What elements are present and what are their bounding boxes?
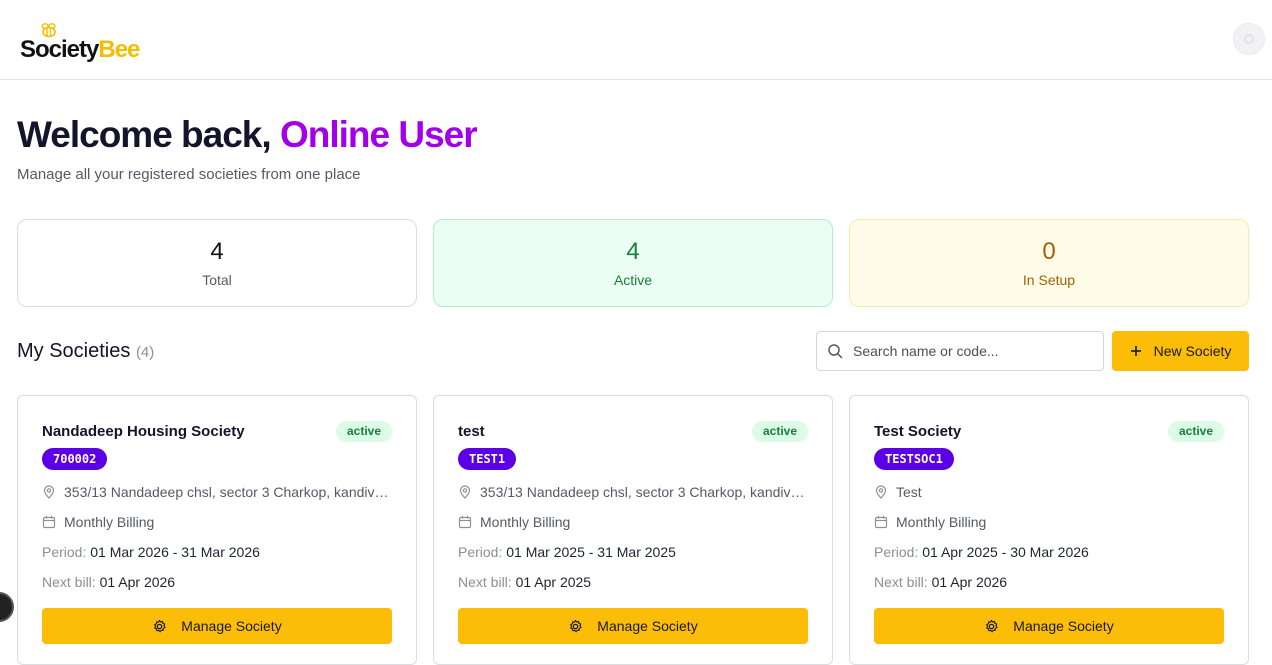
logo-bee-text: Bee — [98, 36, 140, 63]
welcome-prefix: Welcome back, — [17, 114, 272, 155]
gear-icon — [570, 619, 582, 632]
stat-value: 4 — [210, 238, 224, 265]
bee-icon — [41, 23, 56, 38]
section-title: My Societies (4) — [17, 340, 154, 363]
society-card: test active TEST1 353/13 Nandadeep chsl,… — [433, 395, 833, 665]
period-value: 01 Mar 2025 - 31 Mar 2025 — [506, 544, 676, 560]
search-input[interactable] — [853, 343, 1093, 359]
manage-society-button[interactable]: Manage Society — [458, 608, 808, 644]
user-avatar-button[interactable] — [1233, 23, 1265, 55]
society-card: Nandadeep Housing Society active 700002 … — [17, 395, 417, 665]
stat-value: 0 — [1042, 238, 1056, 265]
next-bill-row: Next bill: 01 Apr 2026 — [42, 574, 175, 590]
next-bill-value: 01 Apr 2025 — [515, 574, 592, 590]
billing-type-row: Monthly Billing — [42, 514, 154, 530]
society-name: Nandadeep Housing Society — [42, 423, 245, 440]
period-label: Period: — [874, 544, 919, 560]
society-address: 353/13 Nandadeep chsl, sector 3 Charkop,… — [480, 484, 808, 500]
manage-society-label: Manage Society — [1013, 618, 1114, 634]
billing-type: Monthly Billing — [64, 514, 155, 530]
search-icon — [828, 344, 843, 359]
new-society-button[interactable]: New Society — [1112, 331, 1249, 371]
user-avatar-icon — [1244, 34, 1254, 44]
manage-society-button[interactable]: Manage Society — [874, 608, 1224, 644]
next-bill-label: Next bill: — [458, 574, 512, 590]
billing-type: Monthly Billing — [896, 514, 987, 530]
society-code-badge: 700002 — [42, 448, 108, 470]
manage-society-label: Manage Society — [597, 618, 698, 634]
billing-type-row: Monthly Billing — [458, 514, 570, 530]
gear-icon — [986, 619, 998, 632]
society-address-row: 353/13 Nandadeep chsl, sector 3 Charkop,… — [458, 484, 808, 500]
stat-label: Total — [202, 272, 232, 288]
period-row: Period: 01 Apr 2025 - 30 Mar 2026 — [874, 544, 1089, 560]
period-value: 01 Mar 2026 - 31 Mar 2026 — [90, 544, 260, 560]
next-bill-label: Next bill: — [42, 574, 96, 590]
next-bill-row: Next bill: 01 Apr 2026 — [874, 574, 1007, 590]
period-row: Period: 01 Mar 2026 - 31 Mar 2026 — [42, 544, 260, 560]
logo-society-text: Society — [20, 36, 99, 63]
next-bill-value: 01 Apr 2026 — [931, 574, 1008, 590]
period-label: Period: — [458, 544, 503, 560]
society-name: test — [458, 423, 485, 440]
billing-type-row: Monthly Billing — [874, 514, 986, 530]
period-label: Period: — [42, 544, 87, 560]
plus-icon — [1130, 346, 1141, 356]
status-badge: active — [1167, 421, 1224, 442]
calendar-icon — [42, 516, 56, 529]
page-title: Welcome back, Online User — [17, 114, 478, 156]
stat-label: Active — [613, 272, 653, 288]
calendar-icon — [874, 516, 888, 529]
stat-label: In Setup — [1022, 272, 1076, 288]
map-pin-icon — [43, 485, 55, 499]
map-pin-icon — [459, 485, 471, 499]
page-subtitle: Manage all your registered societies fro… — [17, 166, 361, 183]
top-navbar: SocietyBee — [0, 0, 1272, 80]
stat-value: 4 — [626, 238, 640, 265]
period-value: 01 Apr 2025 - 30 Mar 2026 — [922, 544, 1089, 560]
floating-action-button[interactable] — [0, 592, 14, 622]
next-bill-row: Next bill: 01 Apr 2025 — [458, 574, 591, 590]
stat-card-total: 4 Total — [17, 219, 417, 307]
manage-society-label: Manage Society — [181, 618, 282, 634]
society-card: Test Society active TESTSOC1 Test Monthl… — [849, 395, 1249, 665]
society-address-row: 353/13 Nandadeep chsl, sector 3 Charkop,… — [42, 484, 392, 500]
billing-type: Monthly Billing — [480, 514, 571, 530]
period-row: Period: 01 Mar 2025 - 31 Mar 2025 — [458, 544, 676, 560]
next-bill-label: Next bill: — [874, 574, 928, 590]
status-badge: active — [335, 421, 392, 442]
next-bill-value: 01 Apr 2026 — [99, 574, 176, 590]
society-code-badge: TEST1 — [458, 448, 517, 470]
stat-card-in-setup: 0 In Setup — [849, 219, 1249, 307]
welcome-user-name: Online User — [279, 114, 478, 155]
status-badge: active — [751, 421, 808, 442]
map-pin-icon — [875, 485, 887, 499]
societybee-logo[interactable]: SocietyBee — [20, 22, 140, 63]
manage-society-button[interactable]: Manage Society — [42, 608, 392, 644]
society-address: 353/13 Nandadeep chsl, sector 3 Charkop,… — [64, 484, 392, 500]
society-name: Test Society — [874, 423, 962, 440]
society-address-row: Test — [874, 484, 922, 500]
society-code-badge: TESTSOC1 — [874, 448, 954, 470]
societies-count: (4) — [135, 344, 155, 361]
stat-card-active: 4 Active — [433, 219, 833, 307]
search-box[interactable] — [816, 331, 1104, 371]
gear-icon — [154, 619, 166, 632]
new-society-label: New Society — [1153, 343, 1232, 359]
calendar-icon — [458, 516, 472, 529]
section-title-text: My Societies — [17, 340, 131, 362]
society-address: Test — [896, 484, 922, 500]
